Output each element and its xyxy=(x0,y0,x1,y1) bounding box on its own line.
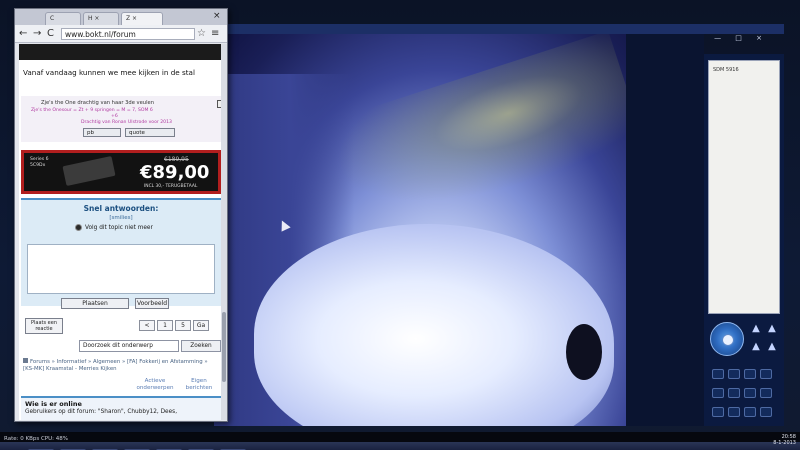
online-title: Wie is er online xyxy=(25,400,82,408)
quick-reply-panel: Snel antwoorden: [smilies] Volg dit topi… xyxy=(21,198,221,309)
clock[interactable]: 20:58 8-1-2013 xyxy=(764,434,796,446)
ad-series-text: Series 6 5C9Dx xyxy=(30,157,49,168)
ad-price: €89,00 xyxy=(140,162,210,183)
post-signature: Zje's the One drachtig van haar 3de veul… xyxy=(21,96,223,142)
ad-note: INCL 30,- TERUGBETAAL xyxy=(144,184,198,189)
submit-button[interactable]: Plaatsen xyxy=(61,298,129,309)
horse-in-stall xyxy=(254,224,614,426)
who-is-online: Wie is er online Gebruikers op dit forum… xyxy=(21,396,221,420)
post-reply-button[interactable]: Plaats een reactie xyxy=(25,318,63,334)
tab-strip: C H × Z × × xyxy=(15,9,227,25)
bookmark-star-icon[interactable]: ☆ xyxy=(197,28,206,39)
browser-tab[interactable]: C xyxy=(45,12,81,25)
breadcrumb[interactable]: Forums » Informatief » Algemeen » [FA] F… xyxy=(23,358,219,373)
reply-textarea[interactable] xyxy=(27,244,215,294)
quick-reply-title: Snel antwoorden: xyxy=(83,204,159,213)
tool-icon[interactable] xyxy=(728,388,740,398)
straw-area xyxy=(322,34,626,238)
window-controls[interactable]: — □ × xyxy=(714,34,768,42)
forum-page: Vanaf vandaag kunnen we mee kijken in de… xyxy=(19,44,223,420)
zoom-out-icon[interactable]: ▲ xyxy=(750,342,762,352)
focus-out-icon[interactable]: ▲ xyxy=(766,342,778,352)
taskbar-apps xyxy=(28,442,252,450)
device-list[interactable]: SDM 5916 xyxy=(708,60,780,314)
tool-icon[interactable] xyxy=(760,369,772,379)
shaver-image xyxy=(62,156,116,186)
tool-icon[interactable] xyxy=(760,407,772,417)
search-button[interactable]: Zoeken xyxy=(181,340,221,352)
page-go-button[interactable]: Ga xyxy=(193,320,209,331)
camera-side-panel: SDM 5916 ▲ ▲ ▲ ▲ xyxy=(704,54,784,426)
tool-icon[interactable] xyxy=(744,369,756,379)
tool-icon[interactable] xyxy=(712,369,724,379)
tool-icon[interactable] xyxy=(728,407,740,417)
advertisement[interactable]: Series 6 5C9Dx €189,95 €89,00 INCL 30,- … xyxy=(21,150,221,194)
pm-button[interactable]: pb xyxy=(83,128,121,137)
browser-tab-active[interactable]: Z × xyxy=(121,12,163,25)
post-body: Vanaf vandaag kunnen we mee kijken in de… xyxy=(23,68,195,77)
ad-panel: Series 6 5C9Dx €189,95 €89,00 INCL 30,- … xyxy=(24,153,218,191)
tool-icon[interactable] xyxy=(760,388,772,398)
tool-icon[interactable] xyxy=(728,369,740,379)
tool-icon[interactable] xyxy=(712,388,724,398)
signature-line: +6 xyxy=(111,114,118,119)
topic-actions: Plaats een reactie < 1 5 Ga xyxy=(21,316,221,336)
tool-icon[interactable] xyxy=(744,388,756,398)
tool-icon[interactable] xyxy=(744,407,756,417)
page-prev-button[interactable]: < xyxy=(139,320,155,331)
topic-search-row: Doorzoek dit onderwerp Zoeken xyxy=(21,340,221,354)
back-arrow-icon[interactable]: ← xyxy=(19,28,27,39)
ptz-control-pad[interactable] xyxy=(710,322,744,356)
page-button[interactable]: 1 xyxy=(157,320,173,331)
zoom-in-icon[interactable]: ▲ xyxy=(750,324,762,334)
address-bar[interactable]: www.bokt.nl/forum xyxy=(61,28,195,40)
breadcrumb-text[interactable]: Forums » Informatief » Algemeen » [FA] F… xyxy=(23,359,208,372)
online-users: Gebruikers op dit forum: "Sharon", Chubb… xyxy=(25,409,178,415)
unfollow-icon[interactable] xyxy=(75,224,82,231)
tool-icon[interactable] xyxy=(712,407,724,417)
page-button[interactable]: 5 xyxy=(175,320,191,331)
active-topics-link[interactable]: Actieve onderwerpen xyxy=(135,378,175,392)
home-icon[interactable] xyxy=(23,358,28,363)
dark-spot xyxy=(566,324,602,380)
unfollow-link[interactable]: Volg dit topic niet meer xyxy=(85,225,153,231)
device-list-item[interactable]: SDM 5916 xyxy=(709,61,779,79)
topic-search-input[interactable]: Doorzoek dit onderwerp xyxy=(79,340,179,352)
scroll-thumb[interactable] xyxy=(222,312,226,382)
smilies-link[interactable]: [smilies] xyxy=(21,215,221,221)
clock-date: 8-1-2013 xyxy=(773,440,796,446)
signature-line: Zje's the Onesour = Zt + 9 springen = M … xyxy=(31,108,153,113)
signature-line: Drachtig van Ronan Ulstrode voor 2013 xyxy=(81,120,172,125)
preview-button[interactable]: Voorbeeld xyxy=(135,298,169,309)
focus-in-icon[interactable]: ▲ xyxy=(766,324,778,334)
quote-button[interactable]: quote xyxy=(125,128,175,137)
forward-arrow-icon[interactable]: → xyxy=(33,28,41,39)
own-posts-link[interactable]: Eigen berichten xyxy=(181,378,217,392)
camera-tool-icons xyxy=(710,366,780,418)
browser-toolbar: ← → C www.bokt.nl/forum ☆ ≡ xyxy=(15,25,227,43)
page-banner xyxy=(19,44,223,60)
viewer-margin xyxy=(626,34,704,426)
close-icon[interactable]: × xyxy=(213,11,221,21)
ptz-center-button[interactable] xyxy=(722,334,734,346)
camera-live-view[interactable] xyxy=(214,34,626,426)
menu-icon[interactable]: ≡ xyxy=(211,28,219,39)
browser-tab[interactable]: H × xyxy=(83,12,119,25)
camera-app-titlebar: — □ × xyxy=(214,24,784,42)
browser-window: C H × Z × × ← → C www.bokt.nl/forum ☆ ≡ … xyxy=(14,8,228,422)
reload-icon[interactable]: C xyxy=(47,28,54,39)
scrollbar[interactable] xyxy=(221,44,227,420)
signature-line: Zje's the One drachtig van haar 3de veul… xyxy=(41,100,155,106)
